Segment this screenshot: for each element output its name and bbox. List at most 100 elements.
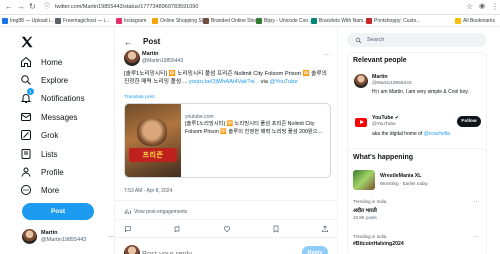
- person-name[interactable]: Martin: [372, 74, 388, 80]
- follow-button[interactable]: Follow: [457, 116, 481, 127]
- trend-thumbnail[interactable]: [353, 170, 375, 190]
- reply-icon[interactable]: [124, 225, 132, 233]
- trend-more-icon[interactable]: ···: [474, 234, 479, 240]
- view-engagements[interactable]: View post engagements: [124, 208, 187, 215]
- nav-messages[interactable]: Messages: [20, 110, 77, 124]
- post-more-icon[interactable]: ···: [323, 52, 329, 58]
- card-thumbnail: 프리즌: [125, 104, 181, 177]
- trend-name[interactable]: #BitcoinHalving2024: [353, 241, 404, 247]
- post-link[interactable]: youtu.be/2jWhAAt4Vak?si...: [189, 79, 259, 85]
- profile-icon[interactable]: ◉: [479, 2, 485, 12]
- post-mention[interactable]: @YouTube: [270, 79, 298, 85]
- bio-text: aka the digital home of: [372, 131, 424, 137]
- person-handle[interactable]: @Martin19855443: [372, 81, 412, 86]
- nav-label: Home: [41, 57, 63, 67]
- trend-name[interactable]: WrestleMania XL: [380, 173, 421, 179]
- nav-profile[interactable]: Profile: [20, 165, 64, 179]
- author-name[interactable]: Martin: [142, 51, 159, 57]
- notification-badge: 1: [27, 88, 34, 95]
- avatar: [22, 229, 37, 244]
- address-bar: ← → ↻ ⓘ twitter.com/Martin19855443/statu…: [0, 0, 500, 15]
- post-button[interactable]: Post: [22, 203, 94, 220]
- search-placeholder: Search: [367, 37, 385, 43]
- bookmark-item[interactable]: Img88 — Upload i...: [2, 17, 54, 25]
- share-icon[interactable]: [321, 225, 329, 233]
- account-name: Martin: [41, 229, 58, 236]
- repost-icon[interactable]: [173, 225, 181, 233]
- card-banner-text: 프리즌: [129, 148, 177, 162]
- person-handle[interactable]: @YouTube: [372, 122, 396, 127]
- envelope-icon: [21, 113, 31, 121]
- person-avatar[interactable]: [354, 74, 368, 88]
- post-text: [솔루1노리밍시티] 🈸 노리밍시티 풀섬 프리즌 Nolimit City F…: [124, 70, 332, 86]
- nav-notifications[interactable]: 1 Notifications: [20, 88, 85, 105]
- url-text[interactable]: twitter.com/Martin19855443/status/177734…: [55, 3, 198, 11]
- youtube-logo-icon[interactable]: [355, 118, 367, 127]
- person-bio: Hi i am Martin. I am very simple & Cool …: [372, 89, 469, 95]
- link-card[interactable]: 프리즌 youtube.com [솔루1노리밍시티] 🈸 노리밍시티 풀섬 프리…: [124, 103, 331, 178]
- translate-link[interactable]: Translate post: [124, 95, 154, 100]
- account-switcher[interactable]: Martin @Martin19855443: [22, 229, 86, 244]
- panel-title: Relevant people: [353, 57, 407, 64]
- nav-label: Messages: [41, 112, 78, 122]
- bookmark-item[interactable]: Online Shopping Sit...: [152, 17, 208, 25]
- trend-more-icon[interactable]: ···: [474, 199, 479, 205]
- nav-label: Explore: [41, 75, 69, 85]
- nav-explore[interactable]: Explore: [20, 73, 68, 87]
- bookmark-item[interactable]: Instagram: [116, 17, 146, 25]
- post-actions: [124, 225, 329, 233]
- search-icon: [21, 75, 31, 85]
- reply-input[interactable]: [142, 249, 292, 254]
- nav-label: Notifications: [41, 93, 85, 103]
- nav-more[interactable]: More: [20, 183, 59, 197]
- like-icon[interactable]: [223, 225, 231, 233]
- nav-label: Grok: [41, 130, 59, 140]
- bio-mention[interactable]: @coachella: [424, 131, 450, 137]
- card-domain: youtube.com: [185, 114, 214, 120]
- nav-grok[interactable]: Grok: [20, 128, 58, 142]
- reload-icon[interactable]: ↻: [29, 2, 36, 12]
- author-avatar[interactable]: [124, 50, 140, 66]
- bookmark-item[interactable]: Bijoy - Unicode Con...: [256, 17, 312, 25]
- search-input[interactable]: Search: [347, 33, 487, 47]
- chart-icon: [124, 209, 131, 214]
- post-timestamp[interactable]: 7:53 AM · Apr 8, 2024: [124, 188, 172, 194]
- author-handle[interactable]: @Martin19855443: [142, 58, 183, 64]
- trend-meta: Wrestling · Earlier today: [380, 181, 428, 186]
- person-name[interactable]: YouTube ✔: [372, 115, 399, 121]
- x-logo-icon[interactable]: [20, 35, 34, 49]
- post-column: ← Post Martin @Martin19855443 ··· [솔루1노리…: [114, 28, 338, 254]
- divider: [115, 219, 337, 220]
- person-bio: aka the digital home of @coachella: [372, 131, 484, 138]
- home-icon: [21, 56, 31, 67]
- bookmarks-bar: Img88 — Upload i... Freemagichost — i...…: [0, 15, 500, 27]
- bookmark-item[interactable]: Bracelets With Nam...: [311, 17, 367, 25]
- back-nav-icon[interactable]: ←: [5, 2, 13, 12]
- grok-icon: [21, 130, 31, 140]
- browser-menu-icon[interactable]: ⋮: [491, 2, 499, 12]
- nav-lists[interactable]: Lists: [20, 147, 57, 161]
- whats-happening-panel: What's happening WrestleMania XL Wrestli…: [347, 148, 487, 254]
- reply-button[interactable]: Reply: [302, 246, 328, 254]
- nav-home[interactable]: Home: [20, 55, 62, 69]
- bookmark-item[interactable]: Printshoppy: Custo...: [366, 17, 420, 25]
- back-arrow-icon[interactable]: ←: [124, 38, 132, 47]
- trend-context: Trending in India: [353, 199, 387, 204]
- bookmark-star-icon[interactable]: ☆: [466, 2, 473, 12]
- trend-name[interactable]: अदीत भारती: [353, 206, 377, 214]
- reply-avatar: [124, 245, 140, 254]
- forward-nav-icon[interactable]: →: [17, 2, 25, 12]
- divider: [115, 200, 337, 201]
- search-icon: [355, 37, 362, 43]
- person-icon: [21, 167, 31, 177]
- all-bookmarks[interactable]: All Bookmarks: [455, 17, 495, 25]
- site-info-icon[interactable]: ⓘ: [44, 2, 50, 12]
- bookmark-item[interactable]: Branded Online Sho...: [203, 17, 260, 25]
- more-circle-icon: [21, 185, 31, 195]
- page-title: Post: [143, 37, 161, 46]
- list-icon: [21, 149, 31, 159]
- view-engagements-label: View post engagements: [134, 208, 188, 215]
- trend-context: Trending in India: [353, 234, 387, 239]
- bookmark-icon[interactable]: [272, 225, 280, 233]
- bookmark-item[interactable]: Freemagichost — i...: [55, 17, 109, 25]
